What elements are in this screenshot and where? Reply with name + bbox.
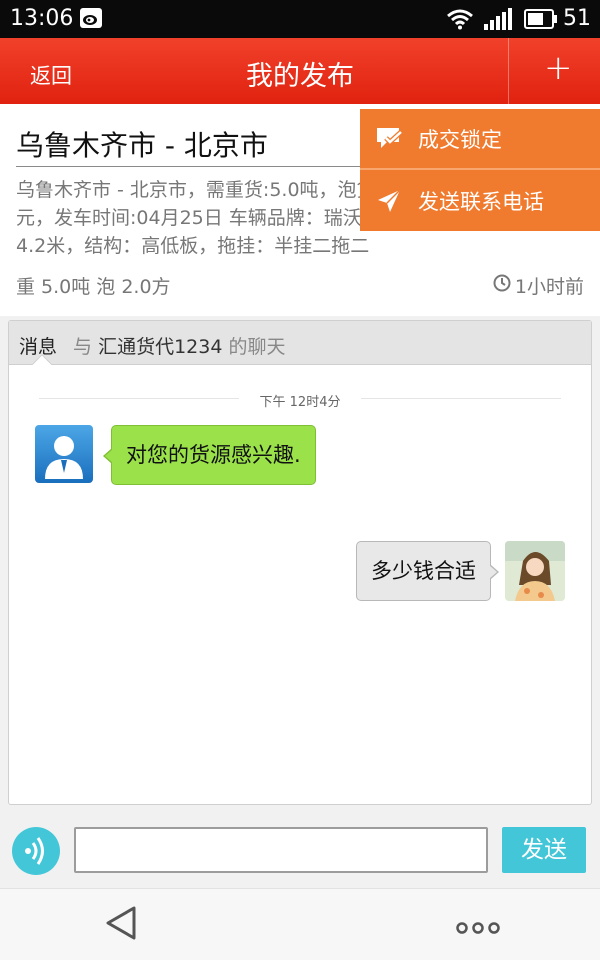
signal-icon xyxy=(484,8,514,34)
chat-with-prefix: 与 xyxy=(73,336,93,358)
time-ago-text: 1小时前 xyxy=(514,276,584,298)
deal-lock-icon xyxy=(360,108,418,169)
menu-item-send-phone[interactable]: 发送联系电话 xyxy=(360,170,600,231)
add-button[interactable]: + xyxy=(508,38,600,104)
chat-tab-bar: 消息 与 汇通货代1234 的聊天 xyxy=(9,321,591,374)
nav-more-icon[interactable] xyxy=(456,919,500,938)
contact-name: 汇通货代1234 xyxy=(98,336,223,358)
message-timestamp-row: 下午 12时4分 xyxy=(39,391,561,410)
plus-icon: + xyxy=(544,48,573,88)
chat-with-label: 与 汇通货代1234 的聊天 xyxy=(73,332,285,359)
menu-item-deal-lock[interactable]: 成交锁定 xyxy=(360,109,600,170)
status-time: 13:06 xyxy=(10,6,74,31)
send-button[interactable]: 发送 xyxy=(502,827,586,873)
posted-time: 1小时前 xyxy=(493,272,584,299)
voice-input-button[interactable] xyxy=(12,827,60,875)
message-bubble-outgoing[interactable]: 多少钱合适 xyxy=(356,541,499,601)
wifi-icon xyxy=(446,8,474,34)
send-arrow-icon xyxy=(360,170,418,231)
voice-icon xyxy=(25,837,44,865)
popup-menu: 成交锁定 发送联系电话 xyxy=(360,109,600,231)
message-timestamp: 下午 12时4分 xyxy=(251,395,349,410)
tab-messages[interactable]: 消息 xyxy=(19,332,57,359)
app-header: 返回 我的发布 + xyxy=(0,38,600,104)
weight-volume-info: 重 5.0吨 泡 2.0方 xyxy=(16,276,171,298)
chat-panel: 消息 与 汇通货代1234 的聊天 下午 12时4分 对您的货源感兴趣. 多少钱… xyxy=(8,320,592,805)
contact-avatar[interactable] xyxy=(35,425,93,483)
status-bar: 13:06 51 xyxy=(0,0,600,38)
clock-icon xyxy=(493,274,511,297)
battery-level: 51 xyxy=(563,6,591,31)
nav-back-icon[interactable] xyxy=(104,905,138,945)
message-input[interactable] xyxy=(74,827,488,873)
message-bubble-incoming[interactable]: 对您的货源感兴趣. xyxy=(103,425,316,485)
user-avatar[interactable] xyxy=(505,541,565,601)
weibo-notification-icon xyxy=(80,8,102,28)
battery-icon xyxy=(524,9,558,33)
menu-item-label: 成交锁定 xyxy=(418,127,502,152)
menu-item-label: 发送联系电话 xyxy=(418,189,544,214)
navigation-bar xyxy=(0,888,600,960)
route-title: 乌鲁木齐市 - 北京市 xyxy=(16,129,268,162)
input-bar: 发送 xyxy=(0,812,600,888)
chat-with-suffix: 的聊天 xyxy=(228,336,286,358)
